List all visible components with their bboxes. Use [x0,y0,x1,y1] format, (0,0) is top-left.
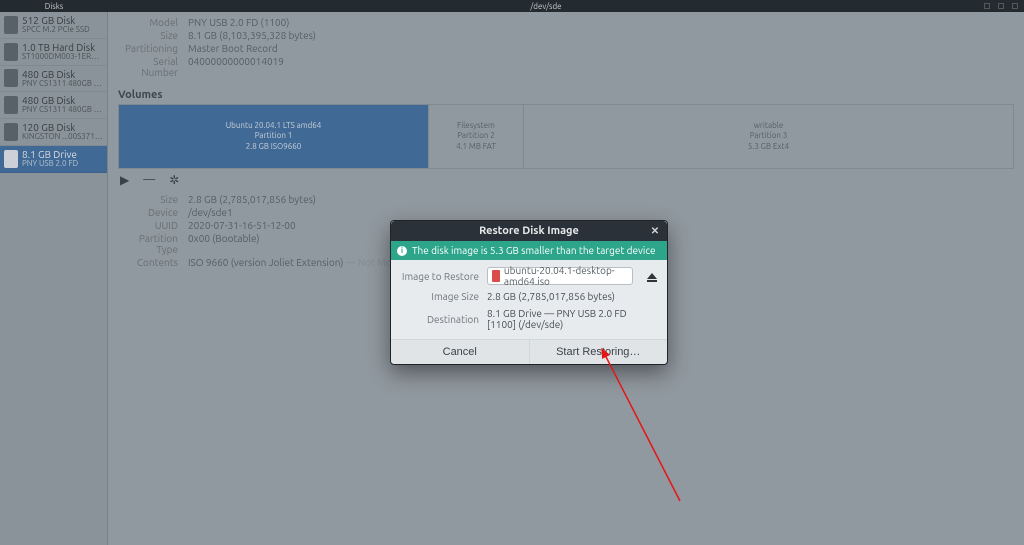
value-psize: 2.8 GB (2,785,017,856 bytes) [188,194,316,205]
device-title: 120 GB Disk [22,122,103,133]
dialog-body: Image to Restore ubuntu-20.04.1-desktop-… [391,260,667,333]
sidebar-device-2[interactable]: 480 GB Disk PNY CS1311 480GB SSD [0,66,107,93]
device-title: 480 GB Disk [22,69,103,80]
label-partitioning: Partitioning [118,43,178,54]
dialog-info-banner: i The disk image is 5.3 GB smaller than … [391,241,667,260]
vol-line3: 5.3 GB Ext4 [748,142,789,152]
image-file-chooser[interactable]: ubuntu-20.04.1-desktop-amd64.iso [487,267,633,285]
vol-line3: 2.8 GB ISO9660 [246,142,302,152]
sidebar-device-3[interactable]: 480 GB Disk PNY CS1311 480GB SSD [0,92,107,119]
device-title: 8.1 GB Drive [22,149,103,160]
device-sub: PNY USB 2.0 FD [22,160,103,169]
value-model: PNY USB 2.0 FD (1100) [188,17,289,28]
dialog-button-row: Cancel Start Restoring… [391,339,667,364]
vol-line2: Partition 2 [457,131,495,141]
device-sub: PNY CS1311 480GB SSD [22,80,103,89]
device-sub: ST1000DM003-1ER162 [22,53,103,62]
win-close-icon[interactable] [1012,3,1018,9]
device-sidebar: 512 GB Disk SPCC M.2 PCIe SSD 1.0 TB Har… [0,12,108,545]
value-ptype: 0x00 (Bootable) [188,233,260,255]
vol-line2: Partition 1 [255,131,293,141]
label-pdevice: Device [118,207,178,218]
sidebar-device-0[interactable]: 512 GB Disk SPCC M.2 PCIe SSD [0,12,107,39]
label-ptype: Partition Type [118,233,178,255]
open-chooser-icon[interactable] [647,273,657,279]
dialog-titlebar: Restore Disk Image ✕ [391,221,667,241]
value-pdevice: /dev/sde1 [188,207,233,218]
window-controls [984,3,1024,9]
disk-icon [4,123,18,141]
device-sub: SPCC M.2 PCIe SSD [22,26,103,35]
vol-line3: 4.1 MB FAT [456,142,496,152]
device-title: 480 GB Disk [22,95,103,106]
gear-icon[interactable]: ✲ [169,173,179,187]
label-image-to-restore: Image to Restore [401,271,479,282]
cancel-button[interactable]: Cancel [391,340,530,364]
win-min-icon[interactable] [984,3,990,9]
device-title: 512 GB Disk [22,15,103,26]
label-uuid: UUID [118,220,178,231]
value-contents: ISO 9660 (version Joliet Extension) — No… [188,257,418,268]
vol-line1: writable [754,121,784,131]
device-sub: PNY CS1311 480GB SSD [22,106,103,115]
iso-file-icon [492,270,500,282]
delete-minus-icon[interactable]: — [143,173,155,187]
header-center-title: /dev/sde [108,2,984,11]
vol-line1: Ubuntu 20.04.1 LTS amd64 [226,121,322,131]
usb-icon [4,150,18,168]
vol-line1: Filesystem [457,121,495,131]
value-size: 8.1 GB (8,103,395,328 bytes) [188,30,316,41]
vol-line2: Partition 3 [750,131,788,141]
mount-play-icon[interactable]: ▶ [120,173,129,187]
label-serial: Serial Number [118,56,178,78]
label-destination: Destination [401,314,479,325]
drive-info-block: Model PNY USB 2.0 FD (1100) Size 8.1 GB (8… [118,16,1014,79]
value-uuid: 2020-07-31-16-51-12-00 [188,220,296,231]
restore-disk-image-dialog: Restore Disk Image ✕ i The disk image is… [390,220,668,365]
value-image-size: 2.8 GB (2,785,017,856 bytes) [487,291,657,302]
volume-segment-2[interactable]: writable Partition 3 5.3 GB Ext4 [524,105,1013,168]
dialog-title: Restore Disk Image [479,225,579,237]
banner-text: The disk image is 5.3 GB smaller than th… [412,245,655,256]
volume-segment-1[interactable]: Filesystem Partition 2 4.1 MB FAT [429,105,524,168]
disk-icon [4,96,18,114]
sidebar-device-4[interactable]: 120 GB Disk KINGSTON ...00S37120G [0,119,107,146]
value-destination: 8.1 GB Drive — PNY USB 2.0 FD [1100] (/d… [487,308,657,330]
label-contents: Contents [118,257,178,268]
volume-segment-0[interactable]: Ubuntu 20.04.1 LTS amd64 Partition 1 2.8… [119,105,429,168]
value-serial: 04000000000014019 [188,56,284,78]
disk-icon [4,16,18,34]
chosen-file-name: ubuntu-20.04.1-desktop-amd64.iso [504,265,628,287]
label-psize: Size [118,194,178,205]
label-size: Size [118,30,178,41]
disk-icon [4,43,18,61]
label-model: Model [118,17,178,28]
close-icon[interactable]: ✕ [649,225,661,237]
header-bar: Disks /dev/sde [0,0,1024,12]
device-title: 1.0 TB Hard Disk [22,42,103,53]
header-left-title: Disks [0,2,108,11]
label-image-size: Image Size [401,291,479,302]
disk-icon [4,69,18,87]
volumes-heading: Volumes [118,89,1014,101]
device-sub: KINGSTON ...00S37120G [22,133,103,142]
win-max-icon[interactable] [998,3,1004,9]
sidebar-device-5[interactable]: 8.1 GB Drive PNY USB 2.0 FD [0,146,107,173]
sidebar-device-1[interactable]: 1.0 TB Hard Disk ST1000DM003-1ER162 [0,39,107,66]
info-icon: i [397,246,407,256]
value-partitioning: Master Boot Record [188,43,278,54]
volumes-strip: Ubuntu 20.04.1 LTS amd64 Partition 1 2.8… [118,104,1014,169]
start-restoring-button[interactable]: Start Restoring… [530,340,668,364]
volume-toolbar: ▶ — ✲ [118,169,1014,193]
